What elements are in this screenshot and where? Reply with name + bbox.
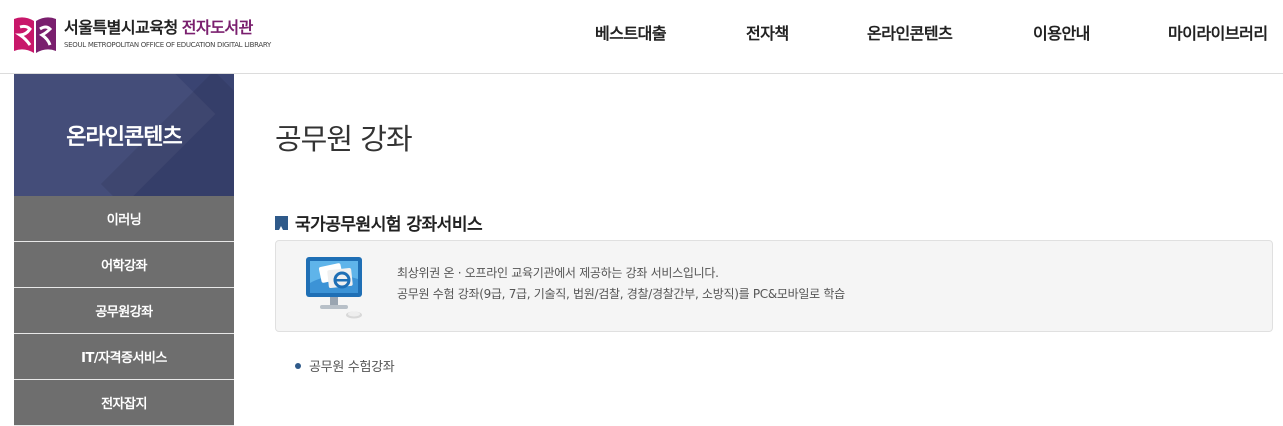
sidebar-item-language[interactable]: 어학강좌 (14, 242, 234, 288)
gnb-item-online-contents[interactable]: 온라인콘텐츠 (867, 20, 953, 44)
computer-elearning-icon (306, 257, 362, 319)
gnb-item-ebooks[interactable]: 전자책 (746, 20, 789, 44)
course-link-civil-service-exam[interactable]: 공무원 수험강좌 (295, 356, 395, 375)
bullet-icon (295, 362, 301, 369)
sidebar-item-it-certificate[interactable]: IT/자격증서비스 (14, 334, 234, 380)
logo-org-name: 서울특별시교육청 (64, 18, 178, 37)
sidebar-header: 온라인콘텐츠 (14, 74, 234, 196)
gnb-item-best-loans[interactable]: 베스트대출 (595, 20, 667, 44)
page-title: 공무원 강좌 (275, 122, 413, 156)
gnb-item-my-library[interactable]: 마이라이브러리 (1168, 20, 1268, 44)
info-text: 최상위권 온 · 오프라인 교육기관에서 제공하는 강좌 서비스입니다. 공무원… (397, 263, 845, 305)
sidebar-item-emagazine[interactable]: 전자잡지 (14, 380, 234, 426)
bookmark-icon (275, 215, 288, 230)
section-title-text: 국가공무원시험 강좌서비스 (295, 215, 483, 235)
course-link-label: 공무원 수험강좌 (309, 360, 395, 375)
sidebar: 온라인콘텐츠 이러닝 어학강좌 공무원강좌 IT/자격증서비스 전자잡지 (14, 74, 234, 426)
info-line: 공무원 수험 강좌(9급, 7급, 기술직, 법원/검찰, 경찰/경찰간부, 소… (397, 287, 845, 301)
section-title: 국가공무원시험 강좌서비스 (275, 210, 483, 235)
logo-title: 서울특별시교육청 전자도서관 (64, 19, 271, 37)
book-logo-icon (14, 17, 56, 53)
logo-subtitle: SEOUL METROPOLITAN OFFICE OF EDUCATION D… (64, 41, 271, 49)
logo-text: 서울특별시교육청 전자도서관 SEOUL METROPOLITAN OFFICE … (64, 19, 271, 50)
sidebar-item-elearning[interactable]: 이러닝 (14, 196, 234, 242)
info-box: 최상위권 온 · 오프라인 교육기관에서 제공하는 강좌 서비스입니다. 공무원… (275, 240, 1273, 332)
gnb-item-guide[interactable]: 이용안내 (1033, 20, 1090, 44)
course-link-list: 공무원 수험강좌 (295, 356, 395, 375)
site-logo[interactable]: 서울특별시교육청 전자도서관 SEOUL METROPOLITAN OFFICE … (12, 12, 271, 56)
sidebar-item-civil-service[interactable]: 공무원강좌 (14, 288, 234, 334)
logo-library-name: 전자도서관 (181, 18, 254, 37)
info-line: 최상위권 온 · 오프라인 교육기관에서 제공하는 강좌 서비스입니다. (397, 266, 719, 280)
site-header: 서울특별시교육청 전자도서관 SEOUL METROPOLITAN OFFICE … (0, 0, 1283, 74)
sidebar-title: 온라인콘텐츠 (66, 125, 182, 150)
